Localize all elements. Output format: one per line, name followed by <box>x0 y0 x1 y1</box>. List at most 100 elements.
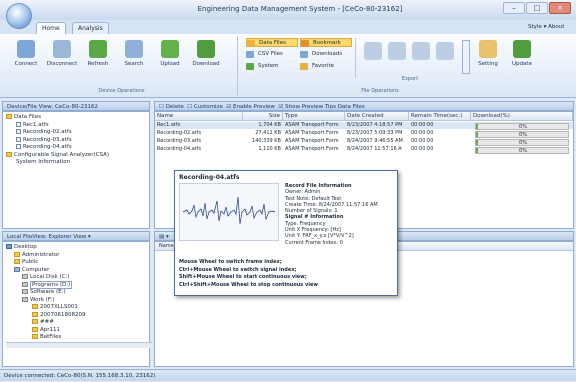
tree-item-folder[interactable]: ### <box>6 319 146 327</box>
local-tree: Desktop Administrator Public Computer Lo… <box>2 241 152 367</box>
style-menu[interactable]: Style ▾ About <box>528 24 564 30</box>
tree-item-folder[interactable]: BatFiles <box>6 334 146 342</box>
tree-item-folder[interactable]: 2007XLLS001 <box>6 304 146 312</box>
search-button[interactable]: Search <box>118 40 150 67</box>
data-files-icon <box>247 40 255 47</box>
enable-preview-label: Enable Preview <box>233 104 275 110</box>
progress-label: 0% <box>519 148 527 154</box>
maximize-button[interactable]: □ <box>526 2 548 14</box>
enable-preview-checkbox[interactable]: ☑ Enable Preview <box>226 104 275 110</box>
bookmark-button[interactable]: Bookmark <box>300 38 352 47</box>
cell-size: 1,704 KB <box>258 122 281 128</box>
favorite-button[interactable]: Favorite <box>300 62 334 71</box>
bookmark-label: Bookmark <box>313 40 341 46</box>
cell-size: 1,110 KB <box>258 146 281 152</box>
download-icon <box>197 40 215 58</box>
tree-item-folder[interactable]: 2007061808209 <box>6 311 146 320</box>
cell-type: ASAM Transport Form <box>285 138 339 144</box>
show-tips-label: Show Preview Tips <box>285 104 336 110</box>
export-txt-icon[interactable] <box>412 42 430 60</box>
customize-button[interactable]: ☐ Customize <box>187 104 223 110</box>
tree-label: ### <box>40 319 54 325</box>
tree-item-computer[interactable]: Computer <box>6 266 146 275</box>
table-row[interactable]: Recording-03.atfs 140,339 KB ASAM Transpor… <box>155 138 573 146</box>
tree-label: Computer <box>22 266 50 273</box>
about-link[interactable]: About <box>548 24 564 30</box>
tree-item-folder[interactable]: Apr111 <box>6 326 146 335</box>
progress-fill <box>476 148 478 153</box>
file-table-header: Name Size Type Date Created Remain Time(… <box>155 112 573 121</box>
drive-icon <box>22 274 28 279</box>
tree-item-system-information[interactable]: System Information <box>6 159 146 167</box>
export-xls-icon[interactable] <box>388 42 406 60</box>
column-size[interactable]: Size <box>243 112 283 121</box>
connect-button[interactable]: Connect <box>10 40 42 67</box>
column-type[interactable]: Type <box>283 112 345 121</box>
column-remain-time[interactable]: Remain Time(sec.) <box>409 112 471 121</box>
close-button[interactable]: × <box>549 2 571 14</box>
tree-item-software-e[interactable]: Software (E:) <box>6 289 146 297</box>
tree-item-public[interactable]: Public <box>6 259 146 267</box>
column-date-created[interactable]: Date Created <box>345 112 409 121</box>
tab-home[interactable]: Home <box>36 22 66 34</box>
column-download[interactable]: Download(%) <box>471 112 573 121</box>
view-menu-icon[interactable]: ▤ ▾ <box>159 234 169 240</box>
checkbox[interactable] <box>16 144 21 149</box>
drive-icon <box>22 296 28 302</box>
data-files-label: Data Files <box>259 40 286 46</box>
data-files-button[interactable]: Data Files <box>246 38 298 47</box>
cell-name: Recording-02.atfs <box>157 130 202 136</box>
connect-icon <box>17 40 35 58</box>
tree-label: System Information <box>16 159 71 165</box>
tree-item-recording-03[interactable]: Recording-03.atfs <box>6 136 146 145</box>
tree-item-programs-d[interactable]: Programs (D:) <box>6 280 146 290</box>
table-row[interactable]: Recording-02.atfs 27,411 KB ASAM Transport… <box>155 130 573 138</box>
application-menu-button[interactable] <box>6 3 32 29</box>
folder-icon <box>32 334 38 339</box>
ribbon-scroll[interactable] <box>462 40 470 74</box>
tree-label: Desktop <box>14 244 37 250</box>
checkbox[interactable] <box>16 129 21 134</box>
download-button[interactable]: Download <box>190 40 222 67</box>
checkbox[interactable] <box>16 121 21 127</box>
horizontal-scrollbar[interactable] <box>6 341 152 348</box>
export-mat-icon[interactable] <box>436 42 454 60</box>
cell-date: 8/24/2007 9:46:55 AM <box>347 138 403 144</box>
system-button[interactable]: System <box>246 62 279 71</box>
downloads-button[interactable]: Downloads <box>300 50 342 59</box>
minimize-button[interactable]: – <box>503 2 525 14</box>
show-tips-checkbox[interactable]: ☑ Show Preview Tips <box>278 104 336 110</box>
disconnect-label: Disconnect <box>46 61 78 67</box>
tree-item-data-files[interactable]: Data Files <box>6 114 146 122</box>
data-files-filter[interactable]: Data Files <box>338 104 365 110</box>
table-row[interactable]: Rec1.atfs 1,704 KB ASAM Transport Form 8/23… <box>155 122 573 130</box>
delete-button[interactable]: ☐ Delete <box>159 104 184 110</box>
refresh-button[interactable]: Refresh <box>82 40 114 67</box>
tree-item-csa[interactable]: Configurable Signal Analyzer(CSA) <box>6 151 146 160</box>
setting-button[interactable]: Setting <box>472 40 504 67</box>
tree-label: Software (E:) <box>30 289 66 295</box>
tree-item-administrator[interactable]: Administrator <box>6 251 146 260</box>
tree-item-desktop[interactable]: Desktop <box>6 244 146 252</box>
cell-type: ASAM Transport Form <box>285 130 339 136</box>
cell-name: Rec1.atfs <box>157 122 181 128</box>
tree-item-recording-04[interactable]: Recording-04.atfs <box>6 144 146 152</box>
tree-item-local-disk-c[interactable]: Local Disk (C:) <box>6 274 146 282</box>
update-button[interactable]: Update <box>506 40 538 67</box>
export-csv-icon[interactable] <box>364 42 382 60</box>
upload-button[interactable]: Upload <box>154 40 186 67</box>
column-name[interactable]: Name <box>155 112 243 121</box>
disconnect-button[interactable]: Disconnect <box>46 40 78 67</box>
tree-item-work-f[interactable]: Work (F:) <box>6 296 146 305</box>
table-row[interactable]: Recording-04.atfs 1,110 KB ASAM Transport … <box>155 146 573 154</box>
tree-label: Local Disk (C:) <box>30 274 70 280</box>
tab-analysis[interactable]: Analysis <box>72 22 109 34</box>
cell-date: 8/23/2007 5:09:33 PM <box>347 130 403 136</box>
tree-item-recording-02[interactable]: Recording-02.atfs <box>6 129 146 137</box>
progress-fill <box>476 140 478 145</box>
csv-files-button[interactable]: CSV Files <box>246 50 283 59</box>
column-name[interactable]: Name <box>159 243 174 249</box>
checkbox[interactable] <box>16 136 21 142</box>
tree-label: Work (F:) <box>30 296 55 303</box>
tree-item-rec1[interactable]: Rec1.atfs <box>6 121 146 130</box>
